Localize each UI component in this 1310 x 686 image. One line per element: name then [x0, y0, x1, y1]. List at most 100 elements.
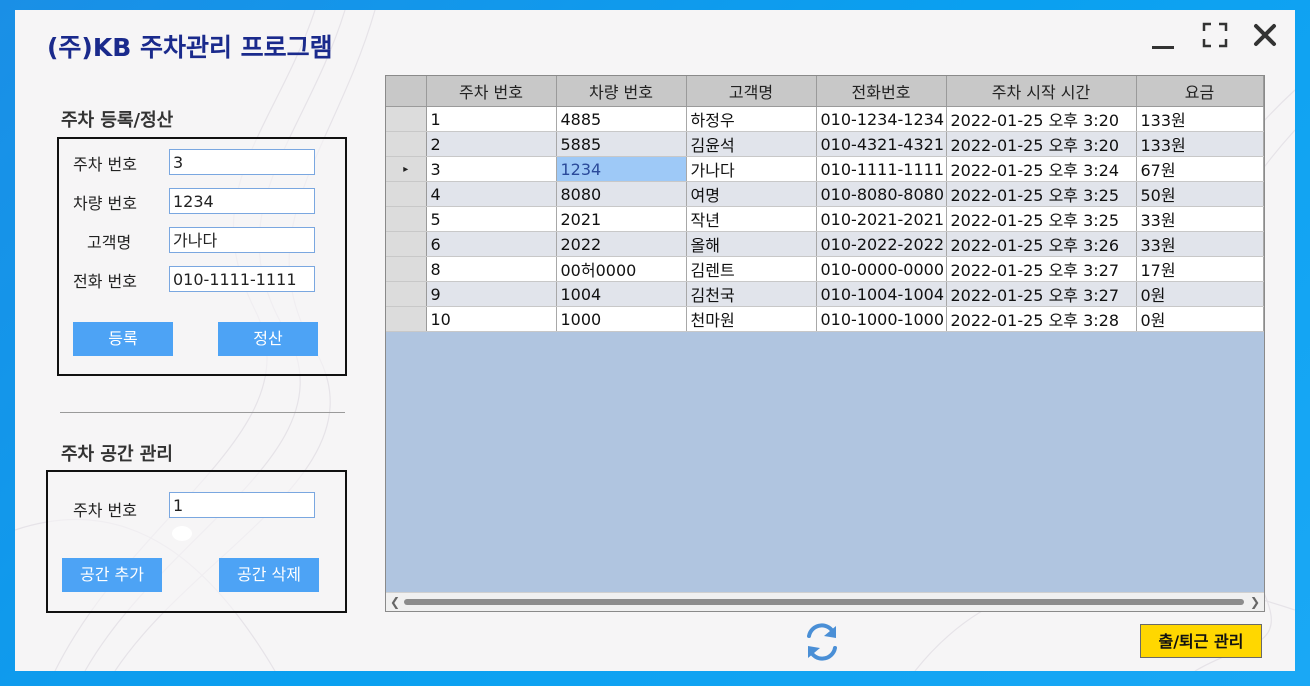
- table-cell[interactable]: 010-2021-2021: [816, 206, 947, 232]
- table-cell[interactable]: 8: [426, 256, 557, 282]
- table-row[interactable]: 9 1004 김천국 010-1004-1004 2022-01-25 오후 3:27 0…: [386, 281, 1264, 307]
- column-header[interactable]: 전화번호: [816, 76, 947, 107]
- table-cell[interactable]: 2022: [556, 231, 687, 257]
- table-cell[interactable]: 작년: [686, 206, 817, 232]
- table-cell[interactable]: 010-1000-1000: [816, 306, 947, 332]
- row-header[interactable]: [386, 181, 427, 207]
- add-space-button[interactable]: 공간 추가: [62, 558, 162, 592]
- scroll-left-icon[interactable]: ❮: [390, 595, 400, 609]
- table-cell[interactable]: 00허0000: [556, 256, 687, 282]
- table-cell[interactable]: 천마원: [686, 306, 817, 332]
- column-header[interactable]: 주차 번호: [426, 76, 557, 107]
- column-header[interactable]: 차량 번호: [556, 76, 687, 107]
- column-header[interactable]: 주차 시작 시간: [946, 76, 1137, 107]
- settle-button[interactable]: 정산: [218, 322, 318, 356]
- table-cell[interactable]: 010-0000-0000: [816, 256, 947, 282]
- table-cell[interactable]: 2022-01-25 오후 3:25: [946, 181, 1137, 207]
- row-header[interactable]: [386, 231, 427, 257]
- column-header[interactable]: 고객명: [686, 76, 817, 107]
- close-icon[interactable]: [1250, 20, 1280, 50]
- table-cell[interactable]: 010-8080-8080: [816, 181, 947, 207]
- table-row[interactable]: 8 00허0000 김렌트 010-0000-0000 2022-01-25 오후 3:…: [386, 256, 1264, 282]
- table-cell[interactable]: 8080: [556, 181, 687, 207]
- row-header[interactable]: [386, 106, 427, 132]
- table-row[interactable]: 1 4885 하정우 010-1234-1234 2022-01-25 오후 3:20 1…: [386, 106, 1264, 132]
- table-cell[interactable]: 33원: [1136, 206, 1264, 232]
- table-cell[interactable]: 2021: [556, 206, 687, 232]
- table-cell[interactable]: 4885: [556, 106, 687, 132]
- car-number-input[interactable]: 1234: [169, 188, 315, 214]
- table-cell[interactable]: 0원: [1136, 281, 1264, 307]
- table-cell[interactable]: 0원: [1136, 306, 1264, 332]
- table-cell[interactable]: 1: [426, 106, 557, 132]
- table-cell[interactable]: 2022-01-25 오후 3:27: [946, 281, 1137, 307]
- table-cell[interactable]: 2022-01-25 오후 3:20: [946, 131, 1137, 157]
- table-cell[interactable]: 33원: [1136, 231, 1264, 257]
- table-cell[interactable]: 133원: [1136, 106, 1264, 132]
- table-cell[interactable]: 2022-01-25 오후 3:27: [946, 256, 1137, 282]
- table-cell[interactable]: 3: [426, 156, 557, 182]
- table-cell[interactable]: 6: [426, 231, 557, 257]
- phone-number-input[interactable]: 010-1111-1111: [169, 266, 315, 292]
- table-cell[interactable]: 김렌트: [686, 256, 817, 282]
- table-cell[interactable]: 5: [426, 206, 557, 232]
- parking-number-input[interactable]: 3: [169, 149, 315, 175]
- table-cell[interactable]: 가나다: [686, 156, 817, 182]
- table-cell[interactable]: 133원: [1136, 131, 1264, 157]
- row-header[interactable]: [386, 306, 427, 332]
- refresh-icon[interactable]: [800, 620, 844, 664]
- table-cell[interactable]: 올해: [686, 231, 817, 257]
- scroll-right-icon[interactable]: ❯: [1250, 595, 1260, 609]
- table-cell[interactable]: 하정우: [686, 106, 817, 132]
- customer-name-input[interactable]: 가나다: [169, 227, 315, 253]
- table-cell[interactable]: 5885: [556, 131, 687, 157]
- table-row[interactable]: 10 1000 천마원 010-1000-1000 2022-01-25 오후 3:28…: [386, 306, 1264, 332]
- phone-number-label: 전화 번호: [73, 272, 137, 291]
- minimize-icon[interactable]: [1148, 20, 1178, 50]
- horizontal-scrollbar[interactable]: ❮ ❯: [386, 592, 1264, 611]
- table-cell[interactable]: 4: [426, 181, 557, 207]
- table-cell[interactable]: 10: [426, 306, 557, 332]
- table-row[interactable]: 2 5885 김윤석 010-4321-4321 2022-01-25 오후 3:20 1…: [386, 131, 1264, 157]
- row-header[interactable]: [386, 256, 427, 282]
- table-cell[interactable]: 010-4321-4321: [816, 131, 947, 157]
- scrollbar-thumb[interactable]: [404, 599, 1244, 605]
- table-cell[interactable]: 2022-01-25 오후 3:28: [946, 306, 1137, 332]
- register-button[interactable]: 등록: [73, 322, 173, 356]
- table-cell[interactable]: 여명: [686, 181, 817, 207]
- table-row[interactable]: 5 2021 작년 010-2021-2021 2022-01-25 오후 3:25 33…: [386, 206, 1264, 232]
- table-cell[interactable]: 010-2022-2022: [816, 231, 947, 257]
- delete-space-button[interactable]: 공간 삭제: [219, 558, 319, 592]
- table-cell[interactable]: 17원: [1136, 256, 1264, 282]
- table-row[interactable]: 6 2022 올해 010-2022-2022 2022-01-25 오후 3:26 33…: [386, 231, 1264, 257]
- table-cell[interactable]: 010-1234-1234: [816, 106, 947, 132]
- table-cell[interactable]: 67원: [1136, 156, 1264, 182]
- parking-number-label: 주차 번호: [73, 155, 137, 174]
- table-cell[interactable]: 2022-01-25 오후 3:26: [946, 231, 1137, 257]
- table-cell[interactable]: 김윤석: [686, 131, 817, 157]
- column-header[interactable]: 요금: [1136, 76, 1264, 107]
- table-row[interactable]: 4 8080 여명 010-8080-8080 2022-01-25 오후 3:25 50…: [386, 181, 1264, 207]
- space-number-input[interactable]: 1: [169, 492, 315, 518]
- parking-data-grid[interactable]: 주차 번호 차량 번호 고객명 전화번호 주차 시작 시간 요금 1 4885 하정…: [385, 75, 1265, 612]
- table-cell[interactable]: 2022-01-25 오후 3:20: [946, 106, 1137, 132]
- table-cell[interactable]: 2022-01-25 오후 3:25: [946, 206, 1137, 232]
- table-cell[interactable]: 김천국: [686, 281, 817, 307]
- table-cell[interactable]: 9: [426, 281, 557, 307]
- row-header[interactable]: [386, 206, 427, 232]
- table-row[interactable]: ▸ 3 1234 가나다 010-1111-1111 2022-01-25 오후 3:24…: [386, 156, 1264, 182]
- table-cell[interactable]: 2022-01-25 오후 3:24: [946, 156, 1137, 182]
- table-cell[interactable]: 1234: [556, 156, 687, 182]
- table-cell[interactable]: 2: [426, 131, 557, 157]
- row-header[interactable]: ▸: [386, 156, 427, 182]
- maximize-icon[interactable]: [1200, 20, 1230, 50]
- table-cell[interactable]: 50원: [1136, 181, 1264, 207]
- attendance-management-button[interactable]: 출/퇴근 관리: [1140, 624, 1262, 658]
- row-header[interactable]: [386, 131, 427, 157]
- table-cell[interactable]: 010-1004-1004: [816, 281, 947, 307]
- table-cell[interactable]: 1004: [556, 281, 687, 307]
- table-cell[interactable]: 010-1111-1111: [816, 156, 947, 182]
- row-header[interactable]: [386, 281, 427, 307]
- table-cell[interactable]: 1000: [556, 306, 687, 332]
- space-section-title: 주차 공간 관리: [61, 444, 173, 465]
